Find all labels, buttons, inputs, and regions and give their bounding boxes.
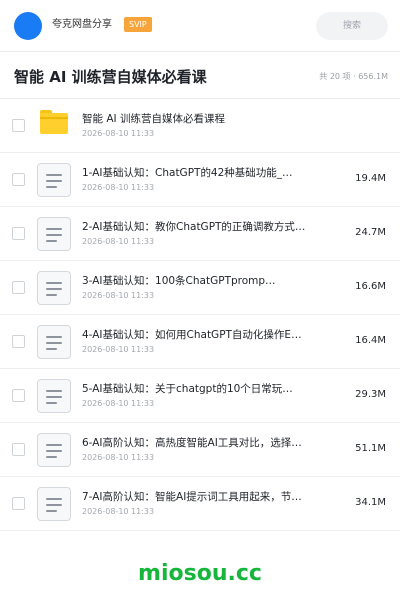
share-owner-name: 夸克网盘分享 [52, 19, 112, 30]
select-checkbox[interactable] [12, 335, 25, 348]
list-item[interactable]: 6-AI高阶认知：高热度智能AI工具对比，选择适合… 2026-08-10 11… [0, 423, 400, 477]
file-date: 2026-08-10 11:33 [82, 183, 155, 192]
avatar[interactable] [14, 12, 42, 40]
select-checkbox[interactable] [12, 119, 25, 132]
file-date: 2026-08-10 11:33 [82, 345, 155, 354]
folder-icon [40, 110, 68, 134]
file-name: 7-AI高阶认知：智能AI提示词工具用起来，节省一… [82, 491, 312, 503]
file-name: 3-AI基础认知：100条ChatGPTpromp… [82, 275, 276, 287]
top-bar: 夸克网盘分享 SVIP 搜索 [0, 0, 400, 52]
document-icon [37, 217, 71, 251]
document-icon [37, 271, 71, 305]
list-item[interactable]: 智能 AI 训练营自媒体必看课程 2026-08-10 11:33 [0, 99, 400, 153]
file-size: 19.4M [355, 173, 386, 184]
select-checkbox[interactable] [12, 227, 25, 240]
file-list: 智能 AI 训练营自媒体必看课程 2026-08-10 11:33 1-AI基础… [0, 99, 400, 531]
select-checkbox[interactable] [12, 389, 25, 402]
file-date: 2026-08-10 11:33 [82, 399, 155, 408]
file-size: 16.6M [355, 281, 386, 292]
select-checkbox[interactable] [12, 281, 25, 294]
page-title: 智能 AI 训练营自媒体必看课 [14, 68, 207, 86]
file-name: 1-AI基础认知：ChatGPT的42种基础功能_… [82, 167, 293, 179]
list-item[interactable]: 5-AI基础认知：关于chatgpt的10个日常玩… 2026-08-10 11… [0, 369, 400, 423]
list-item[interactable]: 4-AI基础认知：如何用ChatGPT自动化操作E… 2026-08-10 11… [0, 315, 400, 369]
document-icon [37, 325, 71, 359]
file-size: 34.1M [355, 497, 386, 508]
file-name: 智能 AI 训练营自媒体必看课程 [82, 113, 225, 125]
file-name: 2-AI基础认知：教你ChatGPT的正确调教方式… [82, 221, 306, 233]
select-checkbox[interactable] [12, 443, 25, 456]
document-icon [37, 379, 71, 413]
file-size: 51.1M [355, 443, 386, 454]
list-item[interactable]: 7-AI高阶认知：智能AI提示词工具用起来，节省一… 2026-08-10 11… [0, 477, 400, 531]
list-item[interactable]: 1-AI基础认知：ChatGPT的42种基础功能_… 2026-08-10 11… [0, 153, 400, 207]
file-size: 24.7M [355, 227, 386, 238]
svip-badge: SVIP [124, 17, 152, 32]
file-date: 2026-08-10 11:33 [82, 453, 155, 462]
file-date: 2026-08-10 11:33 [82, 291, 155, 300]
item-count-size: 共 20 项 · 656.1M [319, 72, 388, 81]
select-checkbox[interactable] [12, 173, 25, 186]
list-item[interactable]: 3-AI基础认知：100条ChatGPTpromp… 2026-08-10 11… [0, 261, 400, 315]
file-name: 6-AI高阶认知：高热度智能AI工具对比，选择适合… [82, 437, 312, 449]
watermark: miosou.cc [138, 561, 262, 586]
page-header: 智能 AI 训练营自媒体必看课 共 20 项 · 656.1M [0, 53, 400, 99]
list-item[interactable]: 2-AI基础认知：教你ChatGPT的正确调教方式… 2026-08-10 11… [0, 207, 400, 261]
document-icon [37, 433, 71, 467]
document-icon [37, 487, 71, 521]
file-size: 29.3M [355, 389, 386, 400]
document-icon [37, 163, 71, 197]
file-date: 2026-08-10 11:33 [82, 237, 155, 246]
file-date: 2026-08-10 11:33 [82, 129, 155, 138]
file-size: 16.4M [355, 335, 386, 346]
search-button[interactable]: 搜索 [316, 12, 388, 40]
file-name: 5-AI基础认知：关于chatgpt的10个日常玩… [82, 383, 293, 395]
select-checkbox[interactable] [12, 497, 25, 510]
file-name: 4-AI基础认知：如何用ChatGPT自动化操作E… [82, 329, 302, 341]
file-date: 2026-08-10 11:33 [82, 507, 155, 516]
